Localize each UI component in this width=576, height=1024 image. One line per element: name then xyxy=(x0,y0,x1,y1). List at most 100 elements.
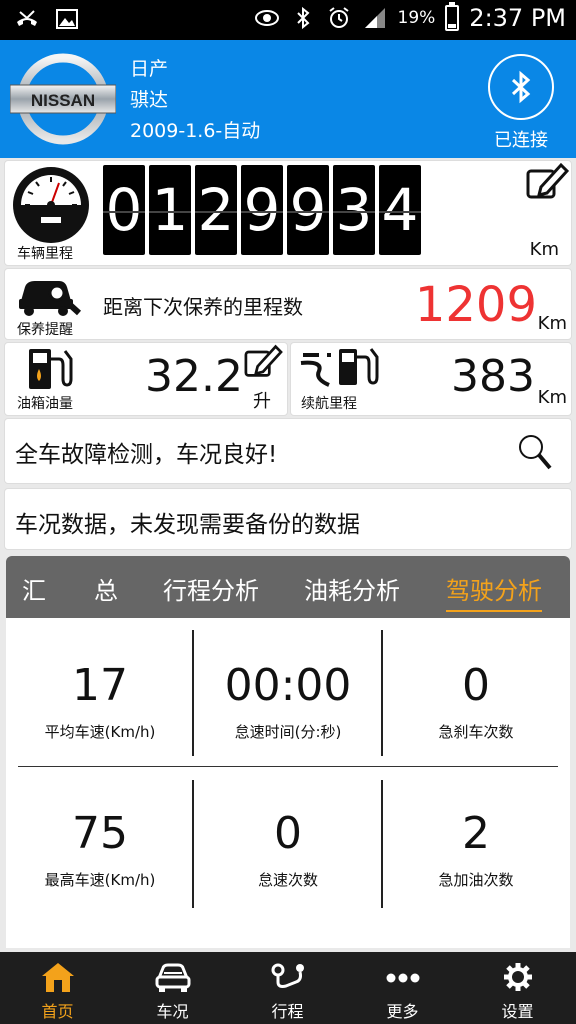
maintenance-car-icon xyxy=(19,281,82,316)
search-icon[interactable] xyxy=(517,433,553,471)
stat-label: 怠速次数 xyxy=(257,871,318,889)
stat-label: 急加油次数 xyxy=(438,871,514,889)
stat-hard-brakes: 0 急刹车次数 xyxy=(382,660,570,742)
maintenance-title: 距离下次保养的里程数 xyxy=(103,295,303,319)
range-unit: Km xyxy=(537,387,567,408)
stat-value: 17 xyxy=(72,660,128,711)
driving-stats: 17 平均车速(Km/h) 00:00 怠速时间(分:秒) 0 急刹车次数 75… xyxy=(6,618,570,948)
car-icon xyxy=(155,963,190,992)
bluetooth-status-icon xyxy=(296,6,309,30)
speedometer-icon xyxy=(13,167,89,243)
stat-avg-speed: 17 平均车速(Km/h) xyxy=(6,660,194,742)
odometer-unit: Km xyxy=(529,239,559,260)
nav-trip[interactable]: 行程 xyxy=(230,960,345,1022)
maintenance-unit: Km xyxy=(537,313,567,334)
nav-label: 设置 xyxy=(501,1002,534,1021)
stat-label: 平均车速(Km/h) xyxy=(44,723,156,741)
bluetooth-icon xyxy=(511,70,531,104)
battery-icon xyxy=(445,2,460,31)
eye-icon xyxy=(254,10,279,26)
gear-icon xyxy=(503,963,532,991)
fuel-range-icon xyxy=(339,348,379,385)
logo-text: NISSAN xyxy=(31,91,95,110)
diagnosis-text: 全车故障检测，车况良好! xyxy=(15,442,278,468)
stat-value: 00:00 xyxy=(224,660,352,711)
nav-label: 行程 xyxy=(271,1002,304,1021)
tab-trip-analysis[interactable]: 行程分析 xyxy=(163,571,259,606)
nav-more[interactable]: 更多 xyxy=(345,960,460,1022)
odometer-digit: 9 xyxy=(241,165,283,255)
edit-odometer-button[interactable] xyxy=(525,161,569,201)
maintenance-label: 保养提醒 xyxy=(17,322,73,338)
nav-label: 车况 xyxy=(156,1002,189,1021)
nav-label: 首页 xyxy=(41,1002,74,1021)
missed-call-icon xyxy=(17,10,37,26)
car-model: 骐达 xyxy=(130,89,169,111)
odometer-digit: 0 xyxy=(103,165,145,255)
stat-max-speed: 75 最高车速(Km/h) xyxy=(6,808,194,890)
odometer-digit: 9 xyxy=(287,165,329,255)
odometer-digit: 2 xyxy=(195,165,237,255)
fuel-label: 油箱油量 xyxy=(17,396,73,412)
tab-driving-analysis[interactable]: 驾驶分析 xyxy=(446,571,542,612)
divider xyxy=(192,780,194,908)
stat-value: 2 xyxy=(462,808,490,859)
backup-card[interactable]: 车况数据，未发现需要备份的数据 xyxy=(4,488,572,550)
more-icon xyxy=(386,973,419,983)
car-spec: 2009-1.6-自动 xyxy=(130,120,261,142)
stat-label: 最高车速(Km/h) xyxy=(44,871,156,889)
fuel-pump-icon xyxy=(29,349,73,389)
status-bar: 19% 2:37 PM xyxy=(0,0,576,40)
signal-icon xyxy=(364,8,385,28)
stat-value: 75 xyxy=(72,808,128,859)
stat-value: 0 xyxy=(462,660,490,711)
stat-label: 急刹车次数 xyxy=(438,723,514,741)
range-label: 续航里程 xyxy=(301,396,357,412)
backup-text: 车况数据，未发现需要备份的数据 xyxy=(15,512,360,538)
fuel-card[interactable]: 油箱油量 32.2 升 xyxy=(4,342,288,416)
divider xyxy=(18,766,558,767)
bluetooth-status: 已连接 xyxy=(494,130,548,151)
odometer-card: 车辆里程 0 1 2 9 9 3 4 Km xyxy=(4,160,572,266)
nav-home[interactable]: 首页 xyxy=(0,960,115,1022)
stat-label: 怠速时间(分:秒) xyxy=(234,723,342,741)
nav-settings[interactable]: 设置 xyxy=(460,960,575,1022)
home-icon xyxy=(41,963,74,992)
stat-hard-accel: 2 急加油次数 xyxy=(382,808,570,890)
route-icon xyxy=(271,963,304,988)
odometer-digit: 4 xyxy=(379,165,421,255)
odometer-digits: 0 1 2 9 9 3 4 xyxy=(103,165,421,255)
divider xyxy=(381,630,383,756)
alarm-icon xyxy=(328,7,349,28)
odometer-label: 车辆里程 xyxy=(17,246,73,262)
car-header: NISSAN 日产 骐达 2009-1.6-自动 已连接 xyxy=(0,40,576,158)
edit-fuel-button[interactable] xyxy=(243,343,283,379)
clock: 2:37 PM xyxy=(469,4,566,32)
nissan-logo: NISSAN xyxy=(10,53,116,145)
range-card: 续航里程 383 Km xyxy=(290,342,572,416)
range-value: 383 xyxy=(451,351,535,402)
analysis-tabs: 汇 总 行程分析 油耗分析 驾驶分析 xyxy=(6,556,570,618)
road-icon xyxy=(300,353,331,387)
fuel-value: 32.2 xyxy=(145,351,243,402)
nav-car-status[interactable]: 车况 xyxy=(115,960,230,1022)
fuel-unit: 升 xyxy=(253,391,271,412)
image-icon xyxy=(56,9,78,29)
stat-idle-time: 00:00 怠速时间(分:秒) xyxy=(194,660,382,742)
diagnosis-card[interactable]: 全车故障检测，车况良好! xyxy=(4,418,572,484)
battery-percent: 19% xyxy=(397,8,436,28)
odometer-digit: 1 xyxy=(149,165,191,255)
tab-summary[interactable]: 汇 总 xyxy=(22,571,118,606)
tab-fuel-analysis[interactable]: 油耗分析 xyxy=(304,571,400,606)
maintenance-remaining-km: 1209 xyxy=(414,277,537,333)
maintenance-card[interactable]: 保养提醒 距离下次保养的里程数 1209 Km xyxy=(4,268,572,340)
bottom-nav: 首页 车况 行程 更多 设置 xyxy=(0,952,576,1024)
stat-value: 0 xyxy=(274,808,302,859)
nav-label: 更多 xyxy=(386,1002,419,1021)
car-brand: 日产 xyxy=(130,58,169,80)
odometer-digit: 3 xyxy=(333,165,375,255)
divider xyxy=(192,630,194,756)
divider xyxy=(381,780,383,908)
stat-idle-count: 0 怠速次数 xyxy=(194,808,382,890)
bluetooth-button[interactable]: 已连接 xyxy=(488,54,554,152)
